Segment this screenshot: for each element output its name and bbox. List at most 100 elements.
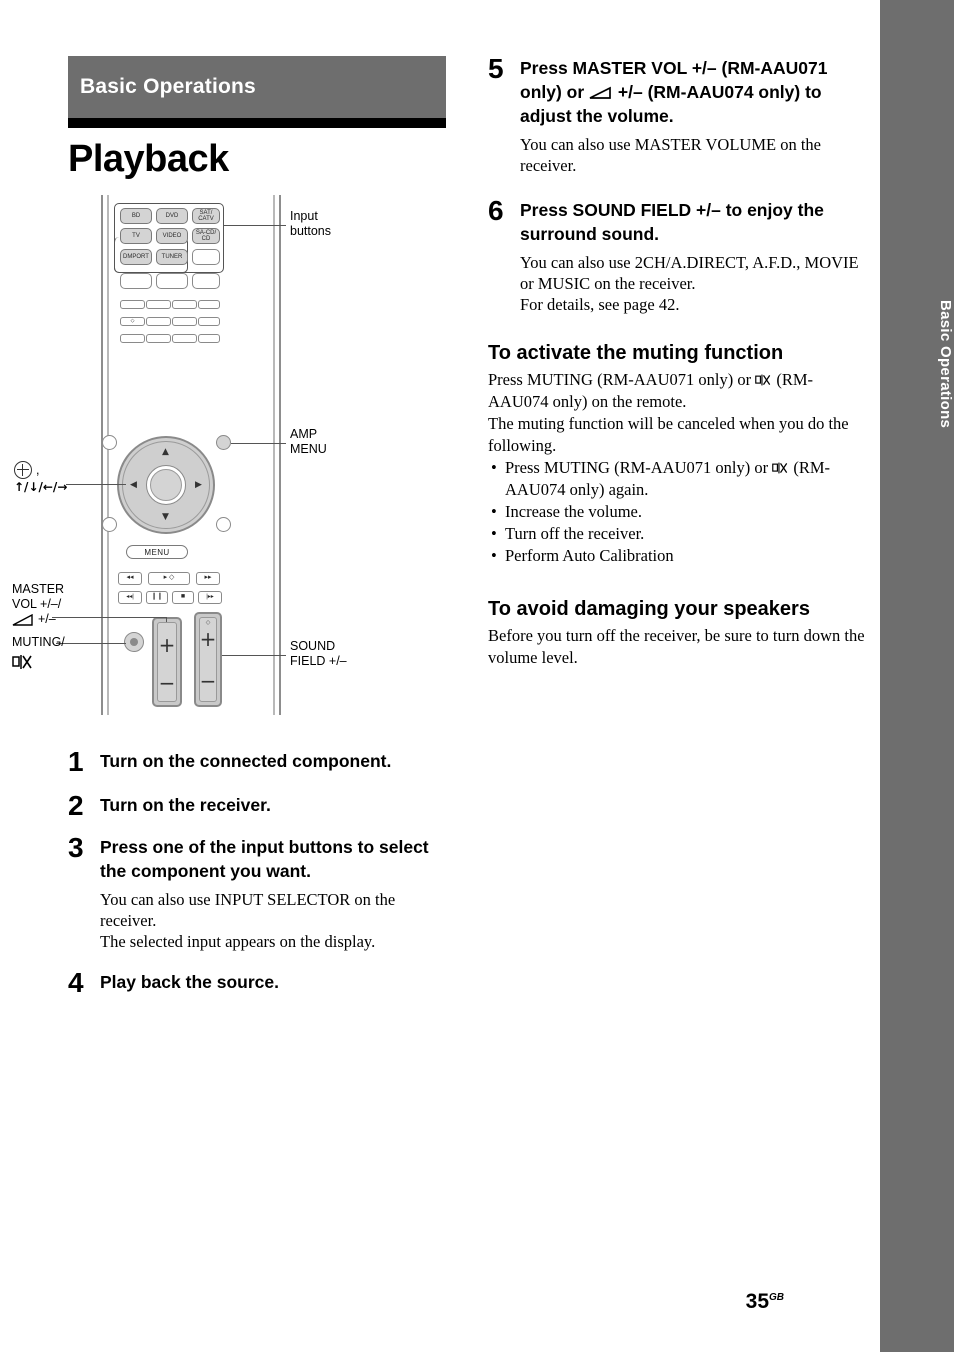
callout-comma: , xyxy=(36,462,40,477)
remote-button-dmport[interactable]: DMPORT xyxy=(120,249,152,265)
step-heading: Play back the source. xyxy=(100,972,279,992)
remote-menu-label: MENU xyxy=(144,547,170,557)
callout-line: SOUND xyxy=(290,639,336,653)
remote-button-unlabeled[interactable] xyxy=(156,273,188,289)
callout-line: AMP xyxy=(290,427,318,441)
remote-amp-menu-button[interactable] xyxy=(216,435,231,450)
page-number-suffix: GB xyxy=(769,1292,784,1303)
step-3: 3 Press one of the input buttons to sele… xyxy=(68,832,448,952)
remote-button-sacd-cd[interactable]: SA-CD/ CD xyxy=(192,228,220,244)
remote-button-tv[interactable]: TV xyxy=(120,228,152,244)
leader-line-master-vol-drop xyxy=(166,617,168,622)
remote-button-slim[interactable] xyxy=(198,300,220,309)
remote-return-button[interactable] xyxy=(102,517,117,532)
callout-sound-field: SOUND FIELD +/– xyxy=(290,639,347,669)
page-number-value: 35 xyxy=(745,1290,769,1313)
volume-up-icon[interactable]: + xyxy=(154,633,180,657)
callout-master-volume: MASTER VOL +/–/ +/– xyxy=(12,582,64,627)
leader-line-amp-menu xyxy=(231,443,286,445)
step-subtext: You can also use MASTER VOLUME on the re… xyxy=(520,135,821,175)
leader-line-muting xyxy=(56,643,126,645)
callout-line: Input xyxy=(290,209,318,223)
step-number: 3 xyxy=(68,832,84,863)
step-heading: Turn on the connected component. xyxy=(100,751,392,771)
remote-round-button-left[interactable] xyxy=(102,435,117,450)
step-content: Press one of the input buttons to select… xyxy=(100,835,448,952)
page-title: Playback xyxy=(68,138,229,180)
callout-line: MASTER xyxy=(12,582,65,596)
remote-button-unlabeled[interactable] xyxy=(192,249,220,265)
remote-button-slim-marked[interactable]: ◇ xyxy=(120,317,145,326)
remote-button-label: DMPORT xyxy=(123,253,149,260)
callout-line: VOL +/–/ xyxy=(12,597,62,611)
remote-rewind-button[interactable]: ◂◂ xyxy=(118,572,142,585)
sound-field-mark-icon: ◇ xyxy=(205,620,211,626)
remote-button-unlabeled[interactable] xyxy=(192,273,220,289)
remote-button-slim[interactable] xyxy=(120,334,145,343)
callout-line: buttons xyxy=(290,224,332,238)
remote-pause-button[interactable]: ❙❙ xyxy=(146,591,168,604)
remote-button-slim[interactable] xyxy=(146,317,171,326)
step-number: 6 xyxy=(488,195,504,226)
chapter-band: Basic Operations xyxy=(68,56,446,118)
remote-button-slim[interactable] xyxy=(146,300,171,309)
step-1: 1 Turn on the connected component. xyxy=(68,748,448,776)
remote-button-label: TUNER xyxy=(161,253,183,260)
remote-button-label: TV xyxy=(132,232,140,239)
remote-menu-button[interactable]: MENU xyxy=(126,545,188,559)
remote-button-label: BD xyxy=(131,212,141,219)
remote-button-video[interactable]: VIDEO xyxy=(156,228,188,244)
remote-stop-button[interactable]: ■ xyxy=(172,591,194,604)
remote-button-slim[interactable] xyxy=(172,317,197,326)
dpad-left-icon[interactable]: ◀ xyxy=(130,481,137,490)
remote-sound-field-rocker[interactable]: ◇ + − xyxy=(194,612,222,707)
remote-button-slim[interactable] xyxy=(120,300,145,309)
callout-amp-menu: AMP MENU xyxy=(290,427,327,457)
callout-line: +/– xyxy=(38,612,56,626)
remote-previous-button[interactable]: ◂◂| xyxy=(118,591,142,604)
callout-line: MENU xyxy=(290,442,327,456)
remote-button-slim[interactable] xyxy=(198,334,220,343)
remote-button-sat-catv[interactable]: SAT/ CATV xyxy=(192,208,220,224)
sound-field-up-icon[interactable]: + xyxy=(196,627,220,651)
remote-master-volume-rocker[interactable]: + − xyxy=(152,617,182,707)
remote-next-button[interactable]: |▸▸ xyxy=(198,591,222,604)
remote-button-slim[interactable] xyxy=(172,334,197,343)
remote-button-slim[interactable] xyxy=(198,317,220,326)
leader-line-input-buttons xyxy=(224,225,286,227)
sound-field-down-icon[interactable]: − xyxy=(196,669,220,693)
dpad-up-icon[interactable]: ▲ xyxy=(162,448,169,457)
list-item: Turn off the receiver. xyxy=(488,523,868,545)
remote-dpad[interactable]: ▲ ▼ ◀ ▶ xyxy=(117,436,215,534)
remote-button-bd[interactable]: BD xyxy=(120,208,152,224)
callout-input-buttons: Input buttons xyxy=(290,209,331,239)
step-content: Press MASTER VOL +/– (RM-AAU071 only) or… xyxy=(520,56,868,176)
remote-play-button[interactable]: ▸ ◇ xyxy=(148,572,190,585)
remote-button-dvd[interactable]: DVD xyxy=(156,208,188,224)
section-heading-speakers: To avoid damaging your speakers xyxy=(488,598,810,620)
leader-line-sound-field xyxy=(222,655,286,657)
section-body-muting: Press MUTING (RM-AAU071 only) or (RM-AAU… xyxy=(488,369,868,413)
list-item: Press MUTING (RM-AAU071 only) or (RM-AAU… xyxy=(488,457,868,501)
remote-button-tuner[interactable]: TUNER xyxy=(156,249,188,265)
dpad-down-icon[interactable]: ▼ xyxy=(162,513,169,522)
step-heading: Press MASTER VOL +/– (RM-AAU071 only) or… xyxy=(520,56,868,128)
step-number: 2 xyxy=(68,790,84,821)
callout-muting: MUTING/ xyxy=(12,635,65,673)
dpad-right-icon[interactable]: ▶ xyxy=(195,481,202,490)
step-5: 5 Press MASTER VOL +/– (RM-AAU071 only) … xyxy=(488,55,868,176)
left-column: Basic Operations Playback BD DVD SAT/ CA… xyxy=(12,56,448,997)
remote-round-button-right[interactable] xyxy=(216,517,231,532)
bullet-text: Turn off the receiver. xyxy=(505,524,645,543)
volume-down-icon[interactable]: − xyxy=(154,671,180,695)
remote-button-slim[interactable] xyxy=(172,300,197,309)
remote-button-label: DVD xyxy=(165,212,179,219)
remote-button-unlabeled[interactable] xyxy=(120,273,152,289)
remote-muting-button-dot xyxy=(130,638,138,646)
chapter-rule xyxy=(68,118,446,128)
right-column: 5 Press MASTER VOL +/– (RM-AAU071 only) … xyxy=(488,55,868,669)
callout-line: FIELD +/– xyxy=(290,654,347,668)
remote-fastforward-button[interactable]: ▸▸ xyxy=(196,572,220,585)
section-body-muting-cancel: The muting function will be canceled whe… xyxy=(488,414,849,455)
remote-button-slim[interactable] xyxy=(146,334,171,343)
